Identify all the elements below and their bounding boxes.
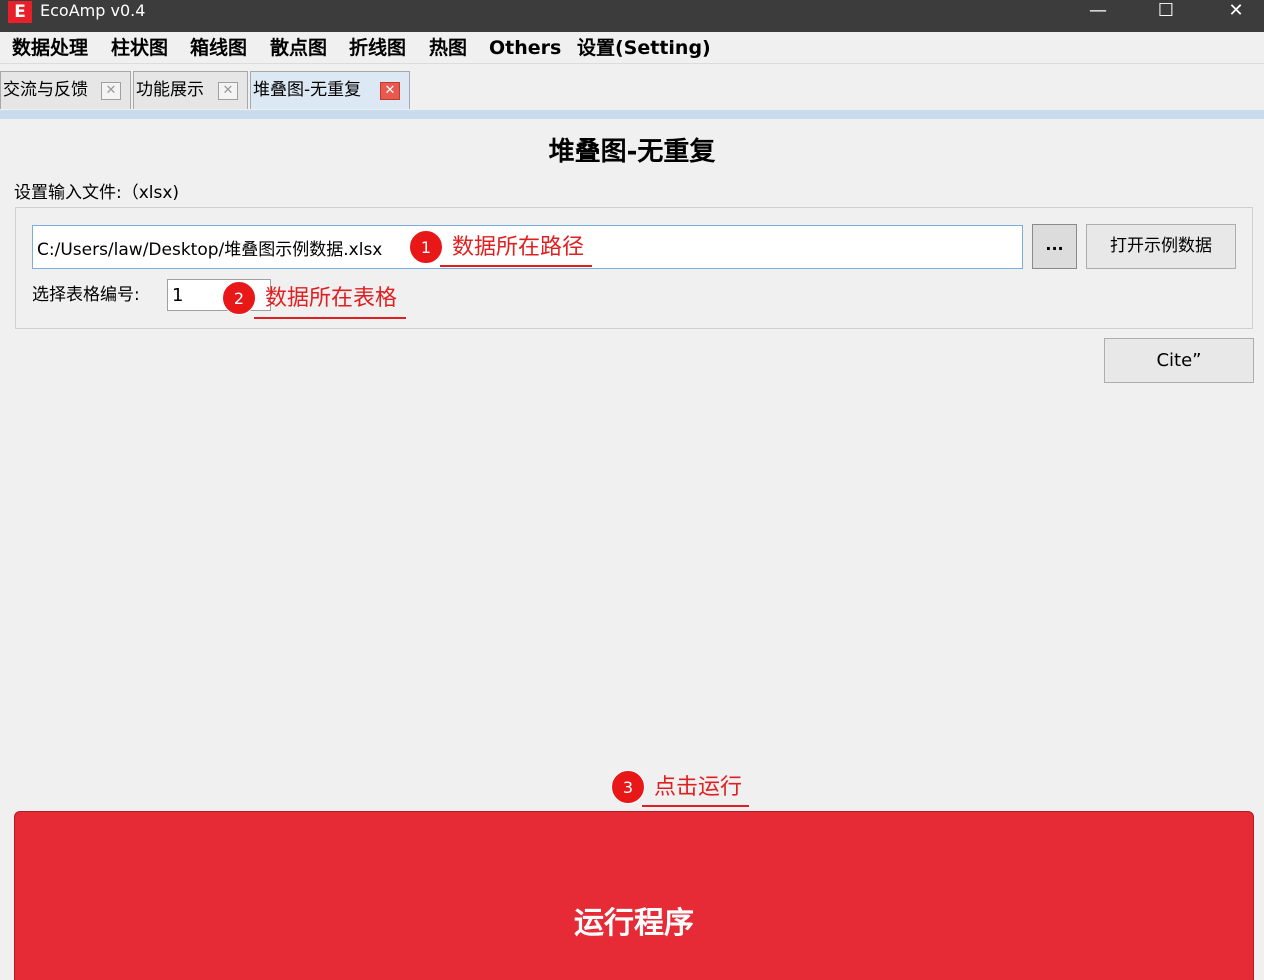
annotation-underline-2 <box>254 317 406 319</box>
annotation-badge-3: 3 <box>611 770 645 804</box>
open-sample-data-button[interactable]: 打开示例数据 <box>1086 224 1236 269</box>
window-title: EcoAmp v0.4 <box>40 1 146 20</box>
input-file-label: 设置输入文件:（xlsx) <box>14 183 180 203</box>
tab-label: 堆叠图-无重复 <box>253 80 362 100</box>
annotation-text-2: 数据所在表格 <box>265 286 398 311</box>
tab-close-icon[interactable]: ✕ <box>380 82 400 100</box>
tab-label: 交流与反馈 <box>3 80 88 100</box>
annotation-badge-1: 1 <box>409 230 443 264</box>
annotation-text-1: 数据所在路径 <box>452 235 585 260</box>
browse-button[interactable]: ... <box>1032 224 1077 269</box>
menu-bar-chart[interactable]: 柱状图 <box>111 35 168 61</box>
sheet-number-label: 选择表格编号: <box>32 285 140 305</box>
tab-label: 功能展示 <box>136 80 204 100</box>
close-window-button[interactable]: ✕ <box>1208 0 1264 24</box>
tab-stacked-chart[interactable]: 堆叠图-无重复 ✕ <box>250 71 410 109</box>
menu-boxplot[interactable]: 箱线图 <box>190 35 247 61</box>
menu-settings[interactable]: 设置(Setting) <box>577 35 711 61</box>
title-bar: E EcoAmp v0.4 — ☐ ✕ <box>0 0 1264 32</box>
cite-button[interactable]: Cite” <box>1104 338 1254 383</box>
menu-bar: 数据处理 柱状图 箱线图 散点图 折线图 热图 Others 设置(Settin… <box>0 32 1264 64</box>
page-title: 堆叠图-无重复 <box>548 137 716 167</box>
annotation-badge-2: 2 <box>222 281 256 315</box>
tab-content-divider <box>0 110 1264 119</box>
tab-feedback[interactable]: 交流与反馈 ✕ <box>0 71 131 109</box>
annotation-underline-1 <box>440 265 592 267</box>
menu-others[interactable]: Others <box>489 35 561 61</box>
app-logo-icon: E <box>8 1 32 23</box>
minimize-button[interactable]: — <box>1070 0 1126 24</box>
annotation-text-3: 点击运行 <box>654 775 743 800</box>
maximize-button[interactable]: ☐ <box>1138 0 1194 24</box>
tab-close-icon[interactable]: ✕ <box>101 82 121 100</box>
menu-heatmap[interactable]: 热图 <box>429 35 467 61</box>
annotation-underline-3 <box>642 805 749 807</box>
tab-bar: 交流与反馈 ✕ 功能展示 ✕ 堆叠图-无重复 ✕ <box>0 64 1264 110</box>
tab-feature-demo[interactable]: 功能展示 ✕ <box>133 71 248 109</box>
run-program-button[interactable]: 运行程序 <box>14 811 1254 980</box>
menu-scatter[interactable]: 散点图 <box>270 35 327 61</box>
menu-data-processing[interactable]: 数据处理 <box>12 35 88 61</box>
tab-close-icon[interactable]: ✕ <box>218 82 238 100</box>
menu-line-chart[interactable]: 折线图 <box>349 35 406 61</box>
